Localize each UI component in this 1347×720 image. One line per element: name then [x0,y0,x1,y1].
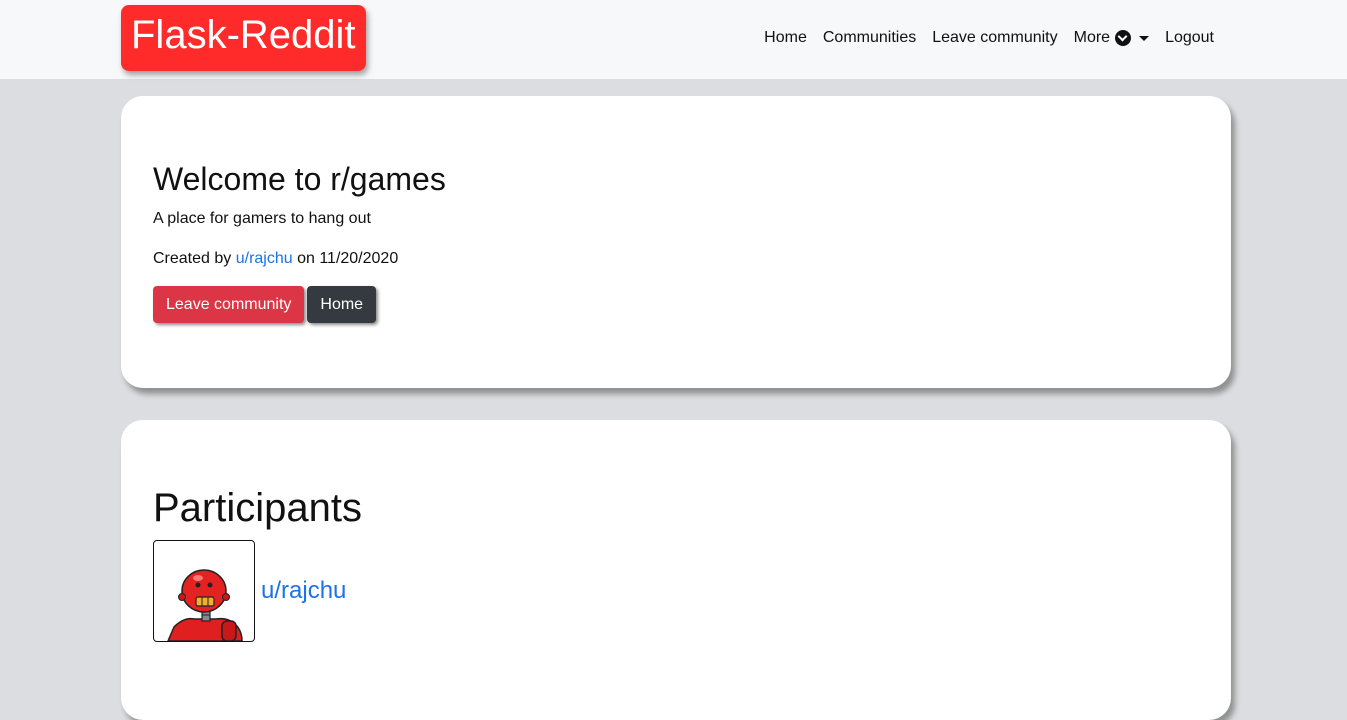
nav-more-dropdown[interactable]: More [1066,27,1157,49]
participants-card: Participants u/rajchu [121,420,1231,720]
created-prefix: Created by [153,250,236,267]
creator-link[interactable]: u/rajchu [236,250,293,267]
nav-more-label: More [1073,29,1111,46]
leave-community-button[interactable]: Leave community [153,286,305,323]
nav-leave-community[interactable]: Leave community [924,27,1065,49]
participants-heading: Participants [153,486,362,530]
community-card: Welcome to r/games A place for gamers to… [121,96,1231,388]
community-title: Welcome to r/games [153,161,446,197]
caret-down-icon [1139,35,1150,41]
created-by-line: Created by u/rajchu on 11/20/2020 [153,249,398,269]
navbar: Flask-Reddit Home Communities Leave comm… [0,0,1347,79]
brand-logo[interactable]: Flask-Reddit [121,5,366,71]
nav-links: Home Communities Leave community More Lo… [756,27,1222,49]
home-button[interactable]: Home [307,286,377,323]
created-suffix: on 11/20/2020 [292,250,399,267]
community-description: A place for gamers to hang out [153,210,371,227]
nav-logout[interactable]: Logout [1157,27,1222,49]
chevron-circle-icon [1115,30,1132,46]
nav-communities[interactable]: Communities [815,27,924,49]
red-robot-avatar-icon[interactable] [153,540,255,642]
community-actions: Leave community Home [153,286,377,323]
participant-name-link[interactable]: u/rajchu [261,577,346,605]
participant-item: u/rajchu [153,540,346,642]
nav-home[interactable]: Home [756,27,815,49]
